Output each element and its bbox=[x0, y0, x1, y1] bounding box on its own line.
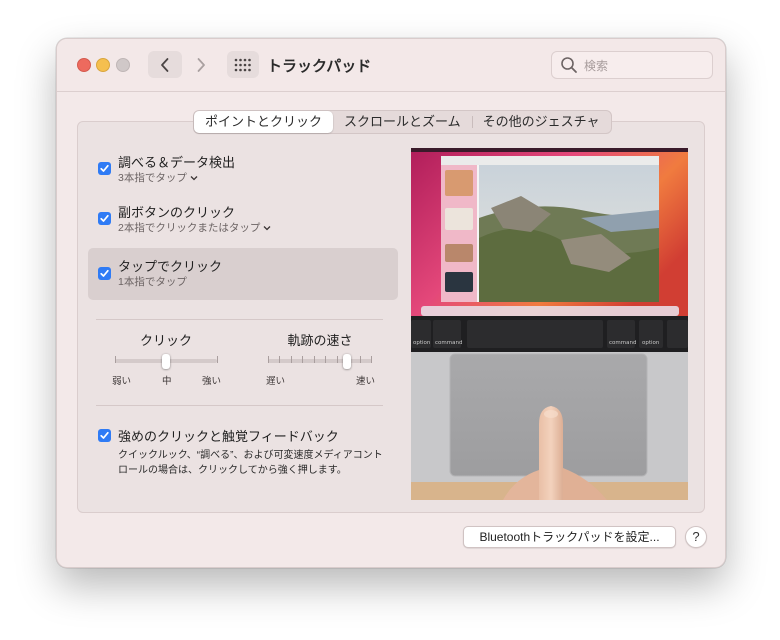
slider-tick bbox=[268, 356, 269, 363]
lookup-checkbox[interactable] bbox=[98, 162, 111, 175]
option-tap-to-click[interactable]: タップでクリック 1本指でタップ bbox=[88, 248, 398, 300]
tracking-slider-track[interactable] bbox=[268, 359, 372, 363]
tap-to-click-label: タップでクリック bbox=[118, 259, 223, 274]
slider-tick bbox=[325, 356, 326, 363]
chevron-down-icon bbox=[190, 176, 198, 181]
key-option-right: option bbox=[642, 340, 660, 346]
option-secondary-click[interactable]: 副ボタンのクリック 2本指でクリックまたはタップ bbox=[88, 202, 398, 242]
slider-tick bbox=[279, 356, 280, 363]
slider-tick bbox=[217, 356, 218, 363]
divider bbox=[96, 405, 383, 406]
checkmark-icon bbox=[100, 269, 109, 277]
key-command-right: command bbox=[609, 340, 636, 346]
back-button[interactable] bbox=[148, 51, 182, 78]
chevron-down-icon bbox=[263, 226, 271, 231]
force-click-description: クイックルック、“調べる”、および可変速度メディアコントロールの場合は、クリック… bbox=[118, 450, 383, 476]
grid-icon bbox=[234, 58, 251, 71]
force-click-checkbox[interactable] bbox=[98, 429, 111, 442]
search-field[interactable]: 検索 bbox=[551, 51, 713, 79]
tab-scroll-and-zoom[interactable]: スクロールとズーム bbox=[333, 111, 472, 133]
secondary-click-checkbox[interactable] bbox=[98, 212, 111, 225]
forward-button[interactable] bbox=[184, 51, 218, 78]
click-mid-label: 中 bbox=[162, 376, 172, 387]
tracking-slider-title: 軌跡の速さ bbox=[287, 333, 353, 348]
close-button[interactable] bbox=[77, 58, 91, 72]
zoom-button bbox=[116, 58, 130, 72]
slider-tick bbox=[371, 356, 372, 363]
slider-tick bbox=[337, 356, 338, 363]
lookup-gesture-value: 3本指でタップ bbox=[118, 172, 187, 184]
slider-tick bbox=[291, 356, 292, 363]
click-min-label: 弱い bbox=[112, 376, 132, 387]
help-button[interactable]: ? bbox=[685, 526, 707, 548]
search-placeholder: 検索 bbox=[584, 58, 609, 73]
content-panel: 調べる＆データ検出 3本指でタップ 副ボタンのクリック 2本指でクリックまたはタ… bbox=[77, 121, 705, 513]
tracking-min-label: 遅い bbox=[266, 376, 286, 387]
lookup-label: 調べる＆データ検出 bbox=[118, 155, 236, 170]
divider bbox=[96, 319, 383, 320]
tab-more-gestures[interactable]: その他のジェスチャ bbox=[471, 111, 611, 133]
tracking-slider-knob[interactable] bbox=[343, 354, 351, 369]
tab-bar: ポイントとクリック スクロールとズーム その他のジェスチャ bbox=[193, 110, 612, 134]
tracking-max-label: 速い bbox=[356, 376, 376, 387]
tap-to-click-sub: 1本指でタップ bbox=[118, 276, 187, 288]
bluetooth-trackpad-setup-button[interactable]: Bluetoothトラックパッドを設定... bbox=[463, 526, 676, 548]
search-icon bbox=[561, 57, 577, 73]
click-slider-knob[interactable] bbox=[162, 354, 170, 369]
gesture-preview-illustration: option command command option bbox=[411, 148, 688, 500]
macbook-preview-image: option command command option bbox=[411, 148, 688, 500]
checkmark-icon bbox=[100, 431, 109, 439]
key-option-left: option bbox=[413, 340, 431, 346]
show-all-button[interactable] bbox=[227, 51, 259, 78]
slider-tick bbox=[314, 356, 315, 363]
preferences-window: トラックパッド 検索 ポイントとクリック スクロールとズーム その他のジェスチャ… bbox=[56, 38, 726, 568]
tap-to-click-checkbox[interactable] bbox=[98, 267, 111, 280]
window-title: トラックパッド bbox=[267, 58, 372, 75]
titlebar: トラックパッド 検索 bbox=[57, 39, 725, 92]
checkmark-icon bbox=[100, 214, 109, 222]
lookup-gesture-popup[interactable]: 3本指でタップ bbox=[118, 170, 198, 185]
slider-tick bbox=[302, 356, 303, 363]
secondary-click-gesture-popup[interactable]: 2本指でクリックまたはタップ bbox=[118, 220, 271, 235]
option-force-click[interactable]: 強めのクリックと触覚フィードバック bbox=[88, 426, 398, 448]
secondary-click-gesture-value: 2本指でクリックまたはタップ bbox=[118, 222, 261, 234]
slider-tick bbox=[360, 356, 361, 363]
force-click-label: 強めのクリックと触覚フィードバック bbox=[118, 429, 339, 444]
chevron-left-icon bbox=[161, 57, 169, 72]
click-max-label: 強い bbox=[202, 376, 222, 387]
click-slider-title: クリック bbox=[139, 333, 192, 348]
minimize-button[interactable] bbox=[96, 58, 110, 72]
chevron-right-icon bbox=[197, 57, 205, 72]
key-command-left: command bbox=[435, 340, 462, 346]
tab-point-and-click[interactable]: ポイントとクリック bbox=[194, 111, 334, 133]
slider-tick bbox=[115, 356, 116, 363]
checkmark-icon bbox=[100, 164, 109, 172]
option-lookup[interactable]: 調べる＆データ検出 3本指でタップ bbox=[88, 152, 398, 192]
secondary-click-label: 副ボタンのクリック bbox=[118, 205, 236, 220]
